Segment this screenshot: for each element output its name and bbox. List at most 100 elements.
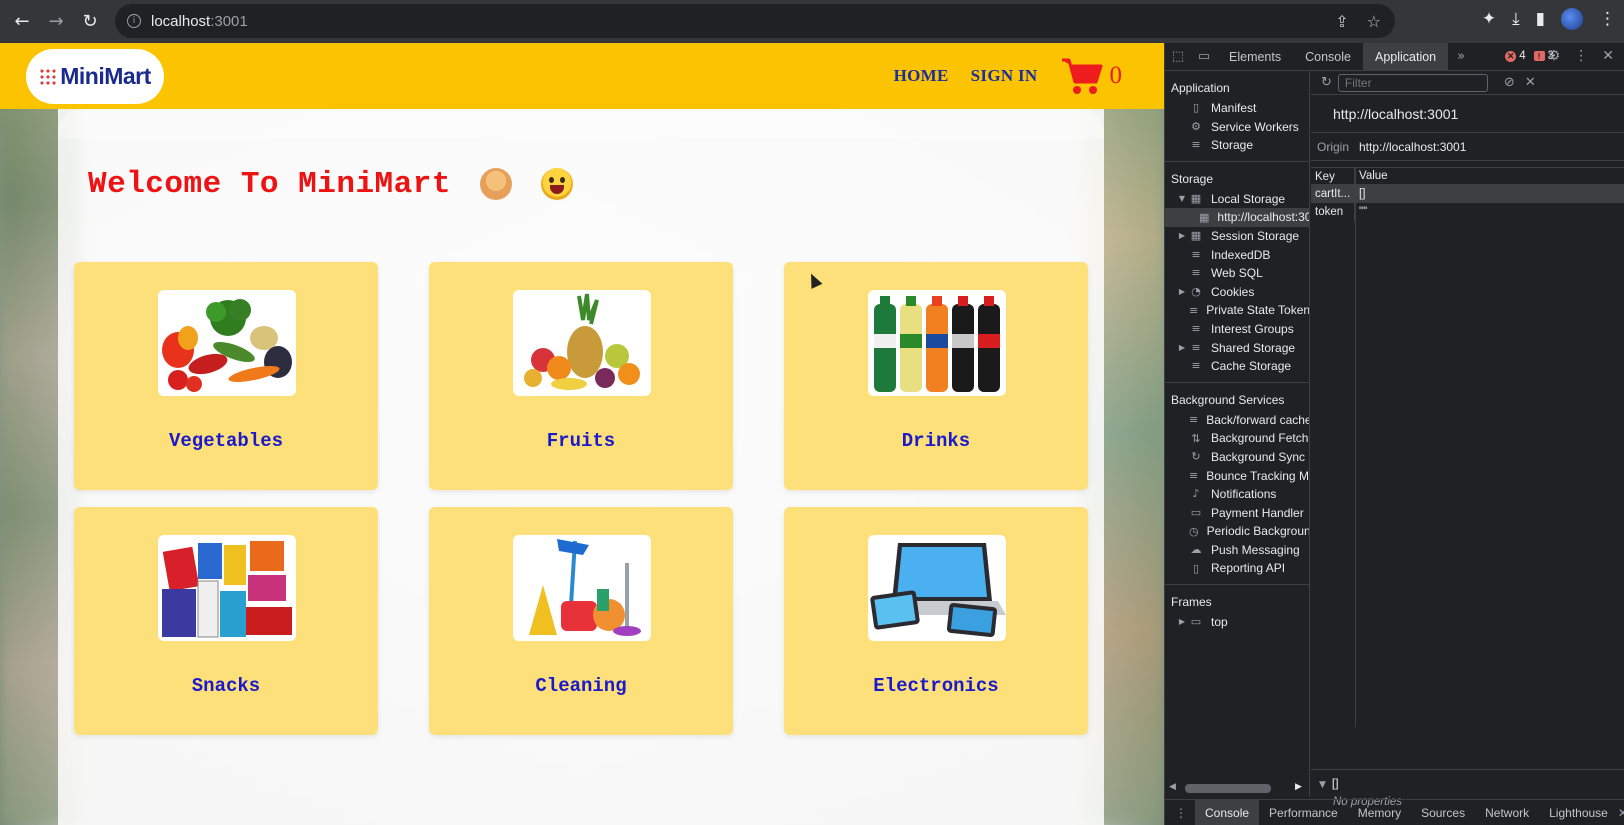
bell-icon: ♪ — [1192, 487, 1200, 501]
close-drawer-icon[interactable]: ✕ — [1618, 806, 1624, 820]
tab-elements[interactable]: Elements — [1217, 43, 1293, 71]
sidebar-item-local-storage-origin[interactable]: ▦http://localhost:3001 — [1165, 208, 1309, 227]
expand-right-icon[interactable]: ▶ — [1177, 339, 1187, 358]
category-card-vegetables[interactable]: Vegetables — [74, 262, 378, 490]
sidebar-item-push-messaging[interactable]: ☁ Push Messaging — [1165, 541, 1309, 560]
logo-grid-icon — [39, 68, 57, 85]
sidebar-item-session-storage[interactable]: ▶ ▦ Session Storage — [1165, 227, 1309, 246]
category-label: Electronics — [873, 675, 999, 697]
table-row[interactable]: cartIt... [] — [1311, 185, 1624, 203]
nav-home-link[interactable]: HOME — [894, 66, 949, 86]
divider — [1165, 160, 1309, 162]
table-row[interactable]: token "" — [1311, 203, 1624, 221]
drawer-tab-sources[interactable]: Sources — [1411, 800, 1475, 825]
sidebar-item-background-sync[interactable]: ↻ Background Sync — [1165, 448, 1309, 467]
sidebar-item-service-workers[interactable]: ⚙ Service Workers — [1165, 118, 1309, 137]
sidebar-item-local-storage[interactable]: ▼ ▦ Local Storage — [1165, 190, 1309, 209]
settings-gear-icon[interactable]: ⚙ — [1548, 48, 1561, 64]
scrollbar-thumb[interactable] — [1185, 784, 1271, 793]
share-icon[interactable]: ⇪ — [1335, 12, 1348, 31]
expand-right-icon[interactable]: ▶ — [1177, 283, 1187, 302]
sidebar-item-private-state-tokens[interactable]: ≡ Private State Tokens — [1165, 301, 1309, 320]
forward-arrow-icon[interactable]: → — [44, 10, 68, 34]
nav-signin-link[interactable]: SIGN IN — [971, 66, 1038, 86]
sidebar-item-storage[interactable]: ≡ Storage — [1165, 136, 1309, 155]
sidebar-item-bounce-tracking[interactable]: ≡Bounce Tracking Mitigations — [1165, 467, 1309, 486]
browser-menu-icon[interactable]: ⋮ — [1599, 9, 1616, 29]
error-count[interactable]: ✕ 4 — [1505, 50, 1526, 62]
category-card-drinks[interactable]: Drinks — [784, 262, 1088, 490]
profile-avatar[interactable] — [1561, 8, 1583, 30]
category-card-cleaning[interactable]: Cleaning — [429, 507, 733, 735]
bookmark-star-icon[interactable]: ☆ — [1367, 12, 1381, 31]
sidebar-item-reporting-api[interactable]: ▯ Reporting API — [1165, 559, 1309, 578]
expand-right-icon[interactable]: ▶ — [1177, 227, 1187, 246]
address-url[interactable]: localhost:3001 — [151, 13, 248, 30]
sidebar-item-frame-top[interactable]: ▶ ▭ top — [1165, 613, 1309, 632]
category-card-electronics[interactable]: Electronics — [784, 507, 1088, 735]
site-info-icon[interactable]: i — [127, 14, 141, 28]
devtools-menu-icon[interactable]: ⋮ — [1574, 48, 1588, 64]
cart-button[interactable]: 0 — [1060, 56, 1122, 96]
sidebar-item-interest-groups[interactable]: ≡ Interest Groups — [1165, 320, 1309, 339]
preview-title[interactable]: ▼[] — [1319, 776, 1617, 790]
sidebar-item-periodic-sync[interactable]: ◷Periodic Background Sync — [1165, 522, 1309, 541]
refresh-icon[interactable]: ↻ — [1321, 75, 1332, 90]
filter-input[interactable] — [1337, 73, 1488, 92]
column-header-value[interactable]: Value — [1355, 167, 1388, 185]
sidebar-item-cookies[interactable]: ▶ ◔ Cookies — [1165, 283, 1309, 302]
delete-selected-icon[interactable]: ✕ — [1525, 75, 1536, 90]
category-card-fruits[interactable]: Fruits — [429, 262, 733, 490]
sidebar-item-bfcache[interactable]: ≡ Back/forward cache — [1165, 411, 1309, 430]
sidebar-item-manifest[interactable]: ▯ Manifest — [1165, 99, 1309, 118]
device-toolbar-icon[interactable]: ▭ — [1191, 43, 1217, 71]
sync-icon: ↻ — [1191, 450, 1201, 464]
sidebar-item-shared-storage[interactable]: ▶ ≡ Shared Storage — [1165, 339, 1309, 358]
clear-all-icon[interactable]: ⊘ — [1504, 75, 1515, 90]
expand-right-icon[interactable]: ▶ — [1177, 613, 1187, 632]
person-raising-hand-emoji — [480, 167, 513, 200]
sidebar-item-background-fetch[interactable]: ⇅ Background Fetch — [1165, 429, 1309, 448]
browser-toolbar: ← → ↻ i localhost:3001 ⇪ ☆ ✦ ⤓ ▮ ⋮ — [0, 0, 1624, 43]
drawer-tab-network[interactable]: Network — [1475, 800, 1539, 825]
row-key[interactable]: token — [1311, 203, 1355, 221]
sidebar-item-indexeddb[interactable]: ≡ IndexedDB — [1165, 246, 1309, 265]
column-divider — [1355, 167, 1356, 727]
row-key[interactable]: cartIt... — [1311, 185, 1355, 203]
scroll-right-icon[interactable]: ▶ — [1295, 782, 1302, 792]
column-header-key[interactable]: Key — [1311, 168, 1355, 184]
sidebar-item-cache-storage[interactable]: ≡ Cache Storage — [1165, 357, 1309, 376]
download-icon[interactable]: ⤓ — [1512, 9, 1520, 29]
back-arrow-icon[interactable]: ← — [10, 10, 34, 34]
drawer-tab-performance[interactable]: Performance — [1259, 800, 1348, 825]
table-icon: ▦ — [1199, 210, 1210, 224]
storage-table: Key Value cartIt... [] token "" — [1311, 167, 1624, 727]
clock-icon: ◷ — [1189, 524, 1199, 538]
reload-icon[interactable]: ↻ — [78, 10, 102, 34]
extensions-icon[interactable]: ✦ — [1482, 9, 1496, 29]
sidebar-item-payment-handler[interactable]: ▭ Payment Handler — [1165, 504, 1309, 523]
sidebar-item-notifications[interactable]: ♪ Notifications — [1165, 485, 1309, 504]
site-logo[interactable]: MiniMart — [26, 49, 164, 104]
inspect-element-icon[interactable]: ⬚ — [1165, 43, 1191, 71]
close-devtools-icon[interactable]: ✕ — [1602, 48, 1614, 64]
category-card-snacks[interactable]: Snacks — [74, 507, 378, 735]
address-bar[interactable]: i localhost:3001 ⇪ ☆ — [115, 4, 1395, 38]
tab-console[interactable]: Console — [1293, 43, 1363, 71]
drawer-tab-memory[interactable]: Memory — [1348, 800, 1411, 825]
database-icon: ≡ — [1191, 340, 1201, 354]
sidebar-section-frames: Frames — [1171, 595, 1212, 610]
sidebar-horizontal-scrollbar[interactable]: ◀ ▶ — [1165, 779, 1310, 797]
row-value[interactable]: [] — [1355, 185, 1365, 203]
row-value[interactable]: "" — [1355, 203, 1367, 221]
sidebar-item-websql[interactable]: ≡ Web SQL — [1165, 264, 1309, 283]
expand-down-icon[interactable]: ▼ — [1177, 190, 1187, 209]
side-panel-icon[interactable]: ▮ — [1536, 9, 1545, 29]
drawer-menu-icon[interactable]: ⋮ — [1175, 806, 1187, 820]
scroll-left-icon[interactable]: ◀ — [1169, 782, 1176, 792]
more-tabs-icon[interactable]: » — [1448, 43, 1474, 71]
tab-application[interactable]: Application — [1362, 42, 1449, 71]
drawer-tab-console[interactable]: Console — [1195, 799, 1260, 825]
expand-down-icon[interactable]: ▼ — [1319, 780, 1326, 790]
drawer-tab-lighthouse[interactable]: Lighthouse — [1539, 800, 1618, 825]
